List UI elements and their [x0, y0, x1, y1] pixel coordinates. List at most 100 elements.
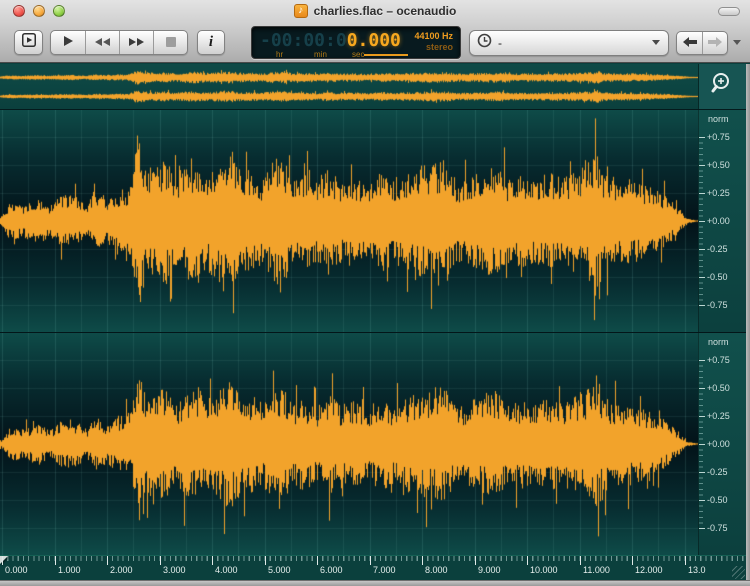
amplitude-scale-left: norm +0.75 +0.50 +0.25 +0.00 -0.25 -0.50 -0.75 [698, 110, 746, 332]
ruler-label: 2.000 [110, 565, 133, 575]
stop-icon [165, 34, 176, 52]
zoom-tool-box[interactable] [698, 64, 746, 109]
ruler-minor-ticks [2, 556, 746, 561]
close-button[interactable] [13, 5, 25, 17]
toolbar-overflow-icon[interactable] [733, 40, 741, 45]
overview-strip[interactable] [0, 64, 746, 110]
time-ghost-digits: -00:00:0 [260, 30, 347, 51]
ruler-tick [527, 556, 528, 565]
scale-label: +0.00 [707, 439, 730, 449]
scale-tick [699, 249, 705, 250]
history-nav [676, 30, 728, 55]
scale-tick [699, 388, 705, 389]
info-button[interactable]: i [197, 30, 225, 55]
scale-label: +0.25 [707, 411, 730, 421]
time-display: -00:00:00.000 hr min sec 44100 Hz stereo [251, 26, 461, 59]
scale-tick [699, 360, 705, 361]
waveform-canvas-right[interactable] [0, 333, 698, 555]
chevron-down-icon [652, 40, 660, 45]
minimize-button[interactable] [33, 5, 45, 17]
rewind-button[interactable] [85, 31, 119, 54]
back-button[interactable] [677, 32, 702, 54]
ruler-label: 12.000 [635, 565, 663, 575]
ruler-label: 4.000 [215, 565, 238, 575]
time-unit-sec: sec [352, 50, 365, 59]
sample-rate: 44100 Hz [414, 31, 453, 41]
waveform-canvas-left[interactable] [0, 110, 698, 332]
toolbar-toggle-button[interactable] [718, 7, 740, 16]
play-button[interactable] [51, 31, 85, 54]
rewind-icon [94, 34, 111, 52]
ruler-tick [212, 556, 213, 565]
play-icon [62, 34, 74, 52]
amplitude-scale-right: norm +0.75 +0.50 +0.25 +0.00 -0.25 -0.50 -0.75 [698, 333, 746, 555]
scale-label: +0.50 [707, 383, 730, 393]
ruler-label: 5.000 [268, 565, 291, 575]
view-selector-dropdown[interactable]: - [469, 29, 669, 56]
traffic-lights [13, 5, 65, 17]
resize-grip[interactable] [732, 566, 745, 579]
scale-tick [699, 165, 705, 166]
time-value: 0.000 [346, 30, 401, 51]
forward-arrow-icon [708, 34, 722, 52]
play-in-window-button[interactable] [14, 30, 43, 55]
scale-tick [699, 137, 705, 138]
overview-waveform[interactable] [0, 65, 698, 109]
ruler-tick [685, 556, 686, 565]
ruler-tick [475, 556, 476, 565]
fast-forward-icon [128, 34, 145, 52]
view-selector-value: - [498, 35, 502, 50]
ruler-label: 7.000 [373, 565, 396, 575]
scale-label: +0.75 [707, 355, 730, 365]
scale-label: +0.75 [707, 132, 730, 142]
scale-label: +0.00 [707, 216, 730, 226]
scale-tick [699, 500, 705, 501]
time-ruler[interactable]: 0.000 1.000 2.000 3.000 4.000 5.000 6.000 7.000… [0, 555, 746, 580]
ruler-tick [422, 556, 423, 565]
ruler-label: 6.000 [320, 565, 343, 575]
ruler-tick [55, 556, 56, 565]
window-title: charlies.flac – ocenaudio [313, 4, 457, 18]
ruler-label: 13.0 [688, 565, 706, 575]
channel-left[interactable]: norm +0.75 +0.50 +0.25 +0.00 -0.25 -0.50 -0.75 [0, 110, 746, 332]
ruler-label: 11.000 [583, 565, 610, 575]
window-bottom-border [0, 580, 750, 586]
scale-tick [699, 193, 705, 194]
back-arrow-icon [682, 34, 697, 52]
forward-button[interactable] [702, 31, 727, 54]
play-in-window-icon [21, 33, 36, 52]
channel-mode: stereo [425, 42, 453, 52]
scale-tick [699, 472, 705, 473]
scale-tick [699, 305, 705, 306]
fast-forward-button[interactable] [119, 31, 153, 54]
ruler-label: 9.000 [478, 565, 501, 575]
ruler-label: 3.000 [163, 565, 186, 575]
ruler-label: 8.000 [425, 565, 448, 575]
scale-label: -0.75 [707, 523, 728, 533]
norm-label: norm [708, 337, 729, 347]
scale-label: -0.25 [707, 244, 728, 254]
ruler-tick [370, 556, 371, 565]
scale-label: +0.50 [707, 160, 730, 170]
app-window: ♪ charlies.flac – ocenaudio i -00:00:00.… [0, 0, 750, 586]
format-info: 44100 Hz stereo [414, 31, 453, 53]
toolbar: i -00:00:00.000 hr min sec 44100 Hz ster… [0, 22, 750, 63]
scale-label: -0.50 [707, 495, 728, 505]
ruler-label: 1.000 [58, 565, 81, 575]
window-chrome: ♪ charlies.flac – ocenaudio i -00:00:00.… [0, 0, 750, 63]
scale-label: -0.50 [707, 272, 728, 282]
ruler-tick [580, 556, 581, 565]
scale-tick [699, 221, 705, 222]
ruler-tick [632, 556, 633, 565]
zoom-button[interactable] [53, 5, 65, 17]
window-right-border [746, 64, 750, 580]
scale-label: -0.25 [707, 467, 728, 477]
zoom-in-magnifier-icon [710, 71, 736, 102]
titlebar[interactable]: ♪ charlies.flac – ocenaudio [0, 0, 750, 22]
stop-button[interactable] [153, 31, 187, 54]
time-unit-hr: hr [276, 50, 284, 59]
channel-right[interactable]: norm +0.75 +0.50 +0.25 +0.00 -0.25 -0.50 -0.75 [0, 333, 746, 555]
editor-content: norm +0.75 +0.50 +0.25 +0.00 -0.25 -0.50 -0.75… [0, 64, 746, 580]
ruler-label: 10.000 [530, 565, 558, 575]
scale-label: -0.75 [707, 300, 728, 310]
